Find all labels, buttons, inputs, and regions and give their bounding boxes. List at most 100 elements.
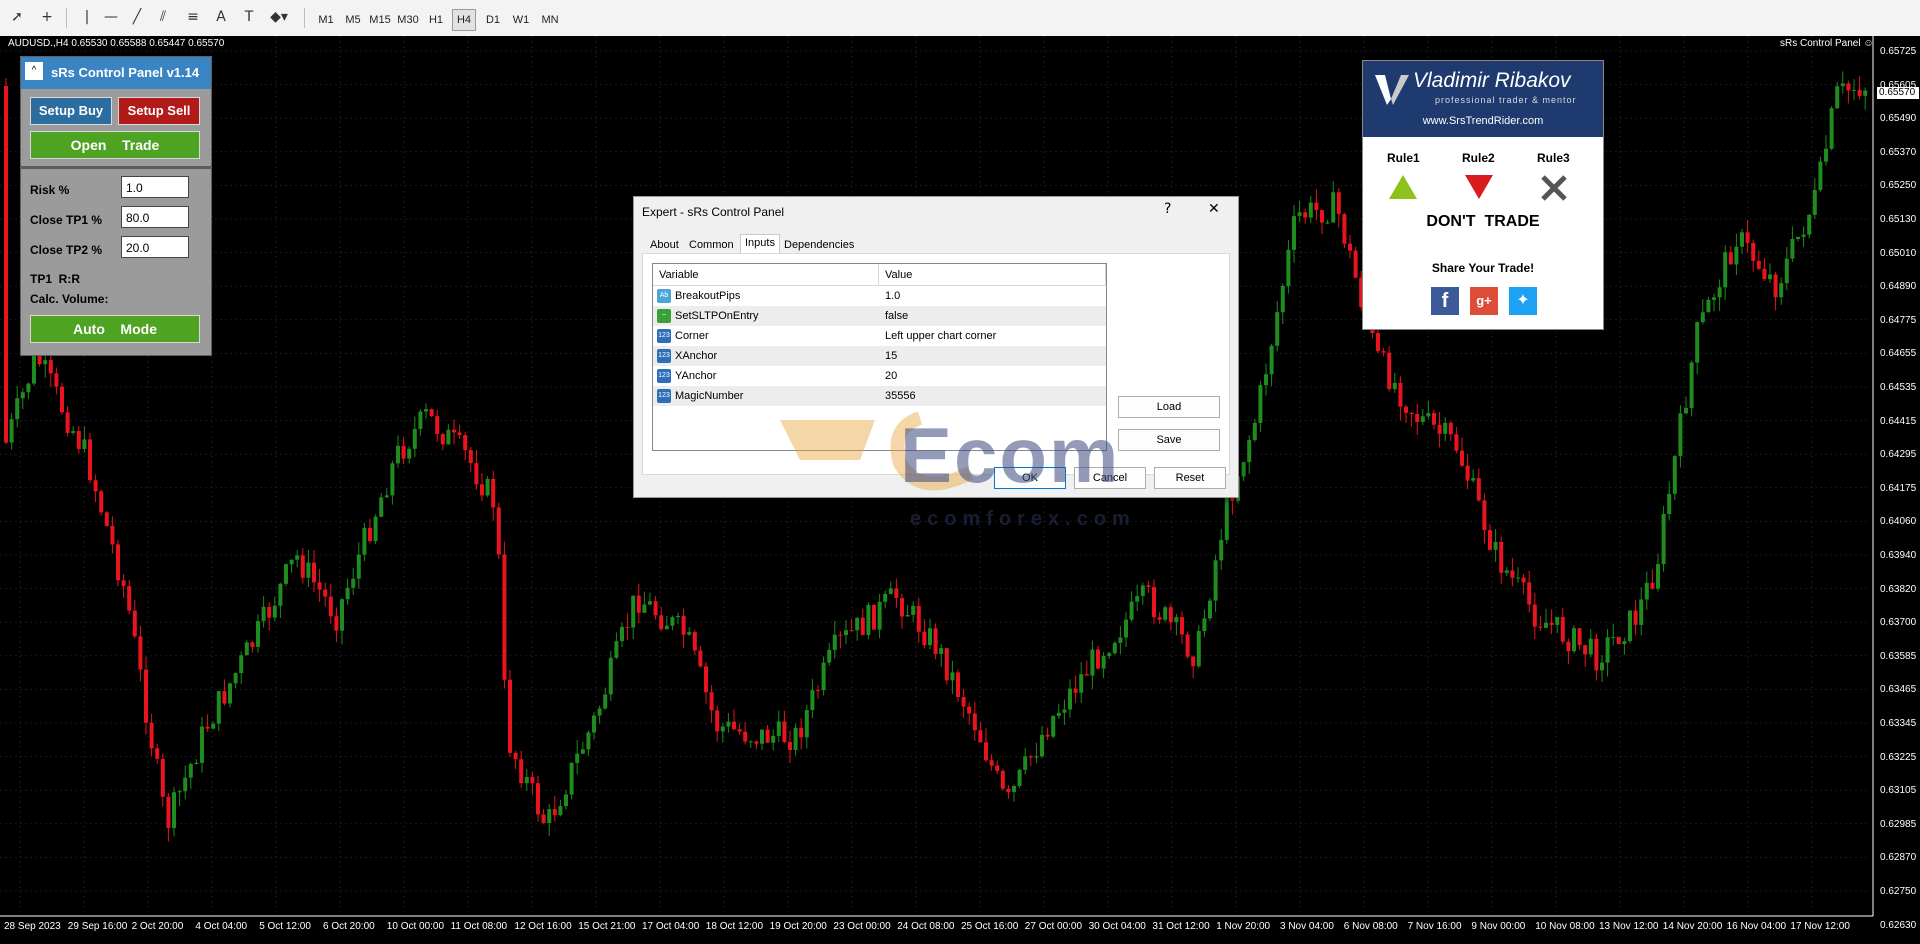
candle-body: [1773, 274, 1778, 298]
google-plus-icon[interactable]: g+: [1470, 287, 1498, 315]
help-button[interactable]: ?: [1164, 201, 1171, 217]
candle-body: [860, 617, 865, 636]
candle-body: [1499, 541, 1504, 573]
tab-inputs[interactable]: Inputs: [740, 234, 780, 253]
close-button[interactable]: ✕: [1208, 201, 1220, 217]
candle-body: [345, 587, 350, 600]
candle-body: [1056, 712, 1061, 716]
candle-body: [961, 697, 966, 707]
candle-body: [373, 516, 378, 542]
candle-body: [1796, 236, 1800, 240]
row-value[interactable]: Left upper chart corner: [885, 326, 996, 346]
tab-about[interactable]: About: [646, 237, 683, 253]
row-value[interactable]: 1.0: [885, 286, 900, 306]
price-tick: 0.62630: [1880, 919, 1917, 931]
value-column-header[interactable]: Value: [879, 264, 1106, 286]
date-tick: 29 Sep 16:00: [67, 921, 128, 932]
table-row[interactable]: ~ SetSLTPOnEntry false: [653, 306, 1106, 326]
row-value[interactable]: false: [885, 306, 908, 326]
risk-input[interactable]: 1.0: [121, 176, 189, 198]
timeframe-h4[interactable]: H4: [452, 9, 476, 31]
candle-body: [1051, 715, 1056, 737]
candle-body: [200, 726, 204, 763]
candle-body: [323, 589, 328, 597]
candle-body: [362, 527, 367, 555]
timeframe-w1[interactable]: W1: [508, 9, 534, 31]
up-arrow-icon: [1389, 175, 1417, 199]
candle-body: [793, 727, 798, 750]
channel-icon[interactable]: ⫽: [154, 8, 172, 26]
row-value[interactable]: 20: [885, 366, 897, 386]
candle-body: [832, 634, 837, 650]
candle-body: [43, 360, 48, 365]
candle-body: [692, 632, 697, 651]
cancel-button[interactable]: Cancel: [1074, 467, 1146, 489]
vertical-line-icon[interactable]: |: [78, 8, 96, 26]
candle-body: [261, 606, 266, 622]
setup-buy-button[interactable]: Setup Buy: [30, 97, 112, 125]
candle-body: [1700, 312, 1705, 323]
candle-body: [1824, 148, 1828, 162]
facebook-icon[interactable]: f: [1431, 287, 1459, 315]
fibonacci-icon[interactable]: ≡: [184, 8, 202, 26]
table-row[interactable]: 123 YAnchor 20: [653, 366, 1106, 386]
price-tick: 0.64535: [1880, 382, 1917, 393]
candle-body: [888, 588, 893, 594]
candle-body: [1493, 541, 1498, 550]
table-row[interactable]: 123 XAnchor 15: [653, 346, 1106, 366]
open-trade-button[interactable]: Open Trade: [30, 131, 200, 159]
row-value[interactable]: 35556: [885, 386, 916, 406]
variable-column-header[interactable]: Variable: [653, 264, 879, 286]
horizontal-line-icon[interactable]: —: [102, 8, 120, 26]
load-button[interactable]: Load: [1118, 396, 1220, 418]
candle-body: [838, 634, 843, 636]
tab-common[interactable]: Common: [685, 237, 738, 253]
text-label-icon[interactable]: T: [240, 8, 258, 26]
candle-body: [1689, 362, 1694, 408]
candle-body: [1174, 617, 1179, 623]
candle-body: [1745, 232, 1750, 243]
timeframe-m30[interactable]: M30: [394, 9, 422, 31]
table-row[interactable]: 123 Corner Left upper chart corner: [653, 326, 1106, 346]
cursor-icon[interactable]: ➚: [8, 8, 26, 26]
timeframe-m5[interactable]: M5: [340, 9, 366, 31]
table-row[interactable]: Ab BreakoutPips 1.0: [653, 286, 1106, 306]
candle-body: [743, 731, 748, 742]
ribakov-url[interactable]: www.SrsTrendRider.com: [1363, 115, 1603, 127]
close-tp2-label: Close TP2 %: [30, 243, 103, 257]
candle-body: [1241, 462, 1246, 477]
setup-sell-button[interactable]: Setup Sell: [118, 97, 200, 125]
save-button[interactable]: Save: [1118, 429, 1220, 451]
date-tick: 31 Oct 12:00: [1152, 921, 1210, 932]
candle-body: [250, 642, 255, 647]
candle-body: [1023, 756, 1028, 770]
ea-name: sRs Control Panel: [1780, 38, 1861, 49]
timeframe-mn[interactable]: MN: [536, 9, 564, 31]
timeframe-d1[interactable]: D1: [480, 9, 506, 31]
auto-mode-button[interactable]: Auto Mode: [30, 315, 200, 343]
trendline-icon[interactable]: ╱: [128, 8, 146, 26]
price-tick: 0.65370: [1880, 146, 1917, 158]
table-row[interactable]: 123 MagicNumber 35556: [653, 386, 1106, 406]
timeframe-m1[interactable]: M1: [314, 9, 338, 31]
timeframe-m15[interactable]: M15: [366, 9, 394, 31]
text-icon[interactable]: A: [212, 8, 230, 26]
timeframe-h1[interactable]: H1: [424, 9, 448, 31]
twitter-icon[interactable]: ✦: [1509, 287, 1537, 315]
close-tp1-input[interactable]: 80.0: [121, 206, 189, 228]
candle-body: [995, 765, 1000, 771]
candle-body: [457, 432, 462, 436]
candle-body: [1616, 637, 1621, 645]
candle-body: [1168, 607, 1173, 623]
tab-dependencies[interactable]: Dependencies: [780, 237, 858, 253]
close-tp2-input[interactable]: 20.0: [121, 236, 189, 258]
candle-body: [1460, 450, 1464, 466]
row-value[interactable]: 15: [885, 346, 897, 366]
minimize-button[interactable]: ^: [25, 62, 43, 80]
candle-body: [1320, 210, 1324, 223]
ok-button[interactable]: OK: [994, 467, 1066, 489]
shapes-icon[interactable]: ◆▾: [270, 8, 288, 26]
candle-body: [541, 814, 546, 824]
crosshair-icon[interactable]: +: [38, 8, 56, 26]
reset-button[interactable]: Reset: [1154, 467, 1226, 489]
